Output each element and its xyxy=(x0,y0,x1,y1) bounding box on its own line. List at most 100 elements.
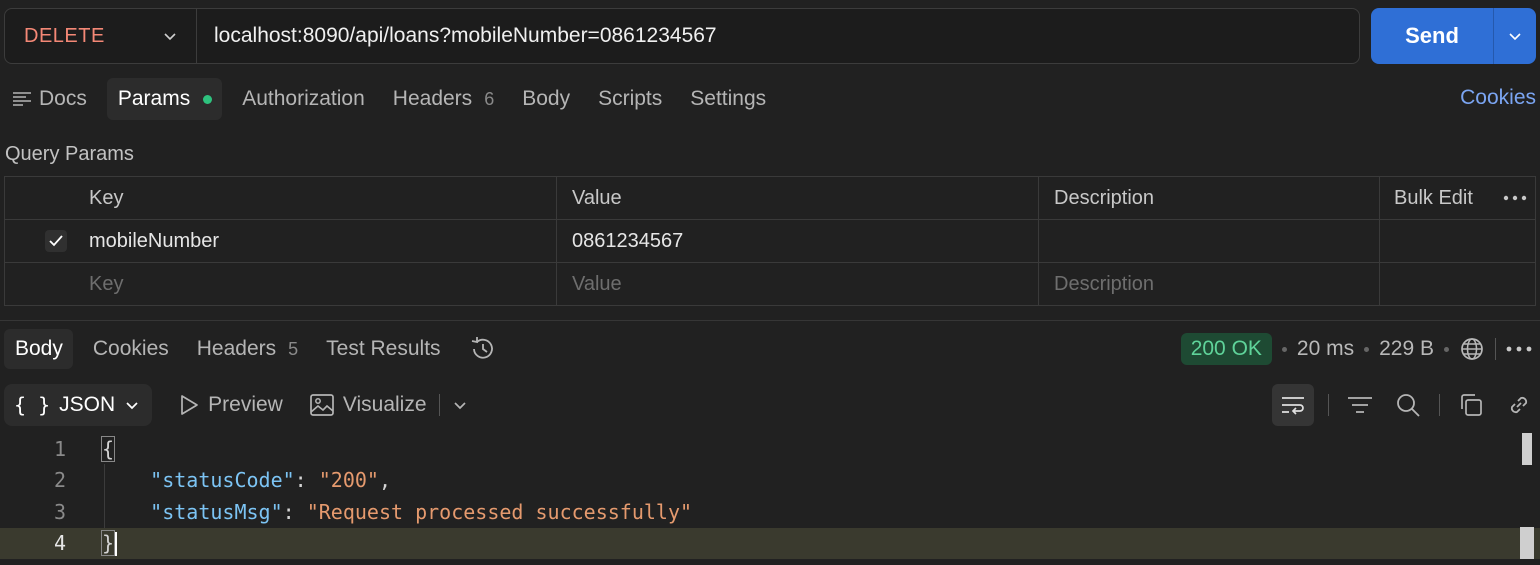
tab-body[interactable]: Body xyxy=(514,78,578,120)
param-enabled-checkbox[interactable] xyxy=(45,230,67,252)
query-params-table: Key Value Description Bulk Edit mobileNu… xyxy=(4,176,1536,306)
json-braces-icon: { } xyxy=(14,393,51,417)
preview-button[interactable]: Preview xyxy=(178,393,283,417)
tab-label: Body xyxy=(15,337,63,360)
tab-response-headers[interactable]: Headers 5 xyxy=(189,329,306,369)
code-line: 2 "statusCode": "200", xyxy=(0,465,1540,497)
image-icon xyxy=(309,394,334,416)
tab-label: Settings xyxy=(690,87,767,110)
more-options-icon[interactable] xyxy=(1506,346,1532,352)
code-text: "statusMsg": "Request processed successf… xyxy=(150,499,693,524)
history-icon xyxy=(471,337,493,359)
play-icon xyxy=(181,395,198,415)
table-header-row: Key Value Description Bulk Edit xyxy=(5,177,1535,220)
toolbar-separator xyxy=(1439,394,1440,416)
code-line-current: 4 } xyxy=(0,527,1540,559)
param-value-cell[interactable]: 0861234567 xyxy=(557,220,1039,262)
response-meta: 200 OK 20 ms 229 B xyxy=(1180,331,1532,367)
url-input[interactable]: localhost:8090/api/loans?mobileNumber=08… xyxy=(197,24,717,48)
tab-authorization[interactable]: Authorization xyxy=(234,78,373,120)
tab-response-body[interactable]: Body xyxy=(4,329,73,369)
copy-button[interactable] xyxy=(1454,388,1488,422)
check-icon xyxy=(49,235,63,247)
method-label: DELETE xyxy=(24,24,105,47)
method-select[interactable]: DELETE xyxy=(5,9,197,63)
more-options-icon[interactable] xyxy=(1503,195,1527,201)
column-header-value: Value xyxy=(557,177,1039,219)
response-headers-count: 5 xyxy=(288,338,299,359)
table-row: mobileNumber 0861234567 xyxy=(5,220,1535,263)
bulk-edit-button[interactable]: Bulk Edit xyxy=(1394,187,1473,210)
json-key: "statusMsg" xyxy=(150,499,283,524)
json-comma: , xyxy=(378,468,392,493)
send-button-group: Send xyxy=(1371,8,1536,64)
response-time[interactable]: 20 ms xyxy=(1297,337,1354,361)
scrollbar-thumb[interactable] xyxy=(1522,433,1532,465)
link-icon xyxy=(1510,396,1528,414)
separator-dot xyxy=(1444,346,1449,352)
tab-label: Params xyxy=(117,87,191,110)
new-param-key-input[interactable]: Key xyxy=(5,263,557,306)
visualize-options-button[interactable] xyxy=(452,397,476,413)
visualize-label: Visualize xyxy=(342,393,427,416)
send-button[interactable]: Send xyxy=(1371,8,1493,64)
wrap-lines-button[interactable] xyxy=(1272,384,1314,426)
param-key: mobileNumber xyxy=(89,229,220,252)
cookies-link[interactable]: Cookies xyxy=(1460,86,1536,110)
tab-test-results[interactable]: Test Results xyxy=(318,329,448,369)
format-select[interactable]: { } JSON xyxy=(4,384,153,426)
tab-headers[interactable]: Headers 6 xyxy=(385,78,502,120)
json-value: "200" xyxy=(318,468,379,493)
line-number: 3 xyxy=(53,499,66,524)
new-param-description-input[interactable]: Description xyxy=(1039,263,1380,306)
tab-label: Docs xyxy=(39,87,87,110)
request-tabs: Docs Params Authorization Headers 6 Body… xyxy=(4,78,786,120)
chevron-down-icon xyxy=(1509,33,1521,41)
status-badge[interactable]: 200 OK xyxy=(1180,333,1272,365)
url-bar: DELETE localhost:8090/api/loans?mobileNu… xyxy=(4,8,1360,64)
link-button[interactable] xyxy=(1502,388,1536,422)
param-key-cell[interactable]: mobileNumber xyxy=(5,220,557,262)
tab-label: Test Results xyxy=(326,337,441,360)
search-icon xyxy=(1397,394,1420,417)
line-number: 4 xyxy=(53,531,66,556)
tab-params[interactable]: Params xyxy=(106,78,223,120)
preview-label: Preview xyxy=(208,393,283,416)
filter-button[interactable] xyxy=(1343,388,1377,422)
separator-dot xyxy=(1281,346,1287,352)
headers-count: 6 xyxy=(484,88,495,109)
toolbar-separator xyxy=(1495,338,1496,360)
text-cursor xyxy=(115,532,118,556)
code-text: { xyxy=(100,435,116,462)
table-row-empty: Key Value Description xyxy=(5,263,1535,306)
tab-label: Cookies xyxy=(92,337,169,360)
new-param-value-input[interactable]: Value xyxy=(557,263,1039,306)
code-line: 1 { xyxy=(0,433,1540,465)
response-tabs: Body Cookies Headers 5 Test Results xyxy=(4,329,517,369)
close-brace: } xyxy=(100,529,116,556)
tab-response-cookies[interactable]: Cookies xyxy=(85,329,177,369)
response-body-editor[interactable]: 1 { 2 "statusCode": "200", 3 "statusMsg"… xyxy=(0,433,1540,565)
tab-scripts[interactable]: Scripts xyxy=(590,78,670,120)
visualize-button[interactable]: Visualize xyxy=(309,393,427,417)
search-button[interactable] xyxy=(1391,388,1425,422)
open-brace: { xyxy=(100,435,116,462)
scrollbar-marker[interactable] xyxy=(1520,527,1534,559)
json-key: "statusCode" xyxy=(150,468,295,493)
wrap-text-icon xyxy=(1282,397,1304,415)
tab-docs[interactable]: Docs xyxy=(4,78,95,120)
pane-divider[interactable] xyxy=(0,320,1540,321)
line-number: 1 xyxy=(53,436,66,461)
tab-settings[interactable]: Settings xyxy=(682,78,774,120)
send-options-button[interactable] xyxy=(1493,8,1536,64)
param-description-cell[interactable] xyxy=(1039,220,1380,262)
response-size[interactable]: 229 B xyxy=(1379,337,1434,361)
bulk-edit-cell: Bulk Edit xyxy=(1380,177,1535,219)
code-line: 3 "statusMsg": "Request processed succes… xyxy=(0,496,1540,528)
param-value: 0861234567 xyxy=(572,229,684,252)
history-button[interactable] xyxy=(461,329,505,369)
chevron-down-icon xyxy=(164,33,176,41)
globe-icon[interactable] xyxy=(1459,336,1485,362)
filter-icon xyxy=(1348,397,1372,413)
query-params-label: Query Params xyxy=(5,143,134,165)
